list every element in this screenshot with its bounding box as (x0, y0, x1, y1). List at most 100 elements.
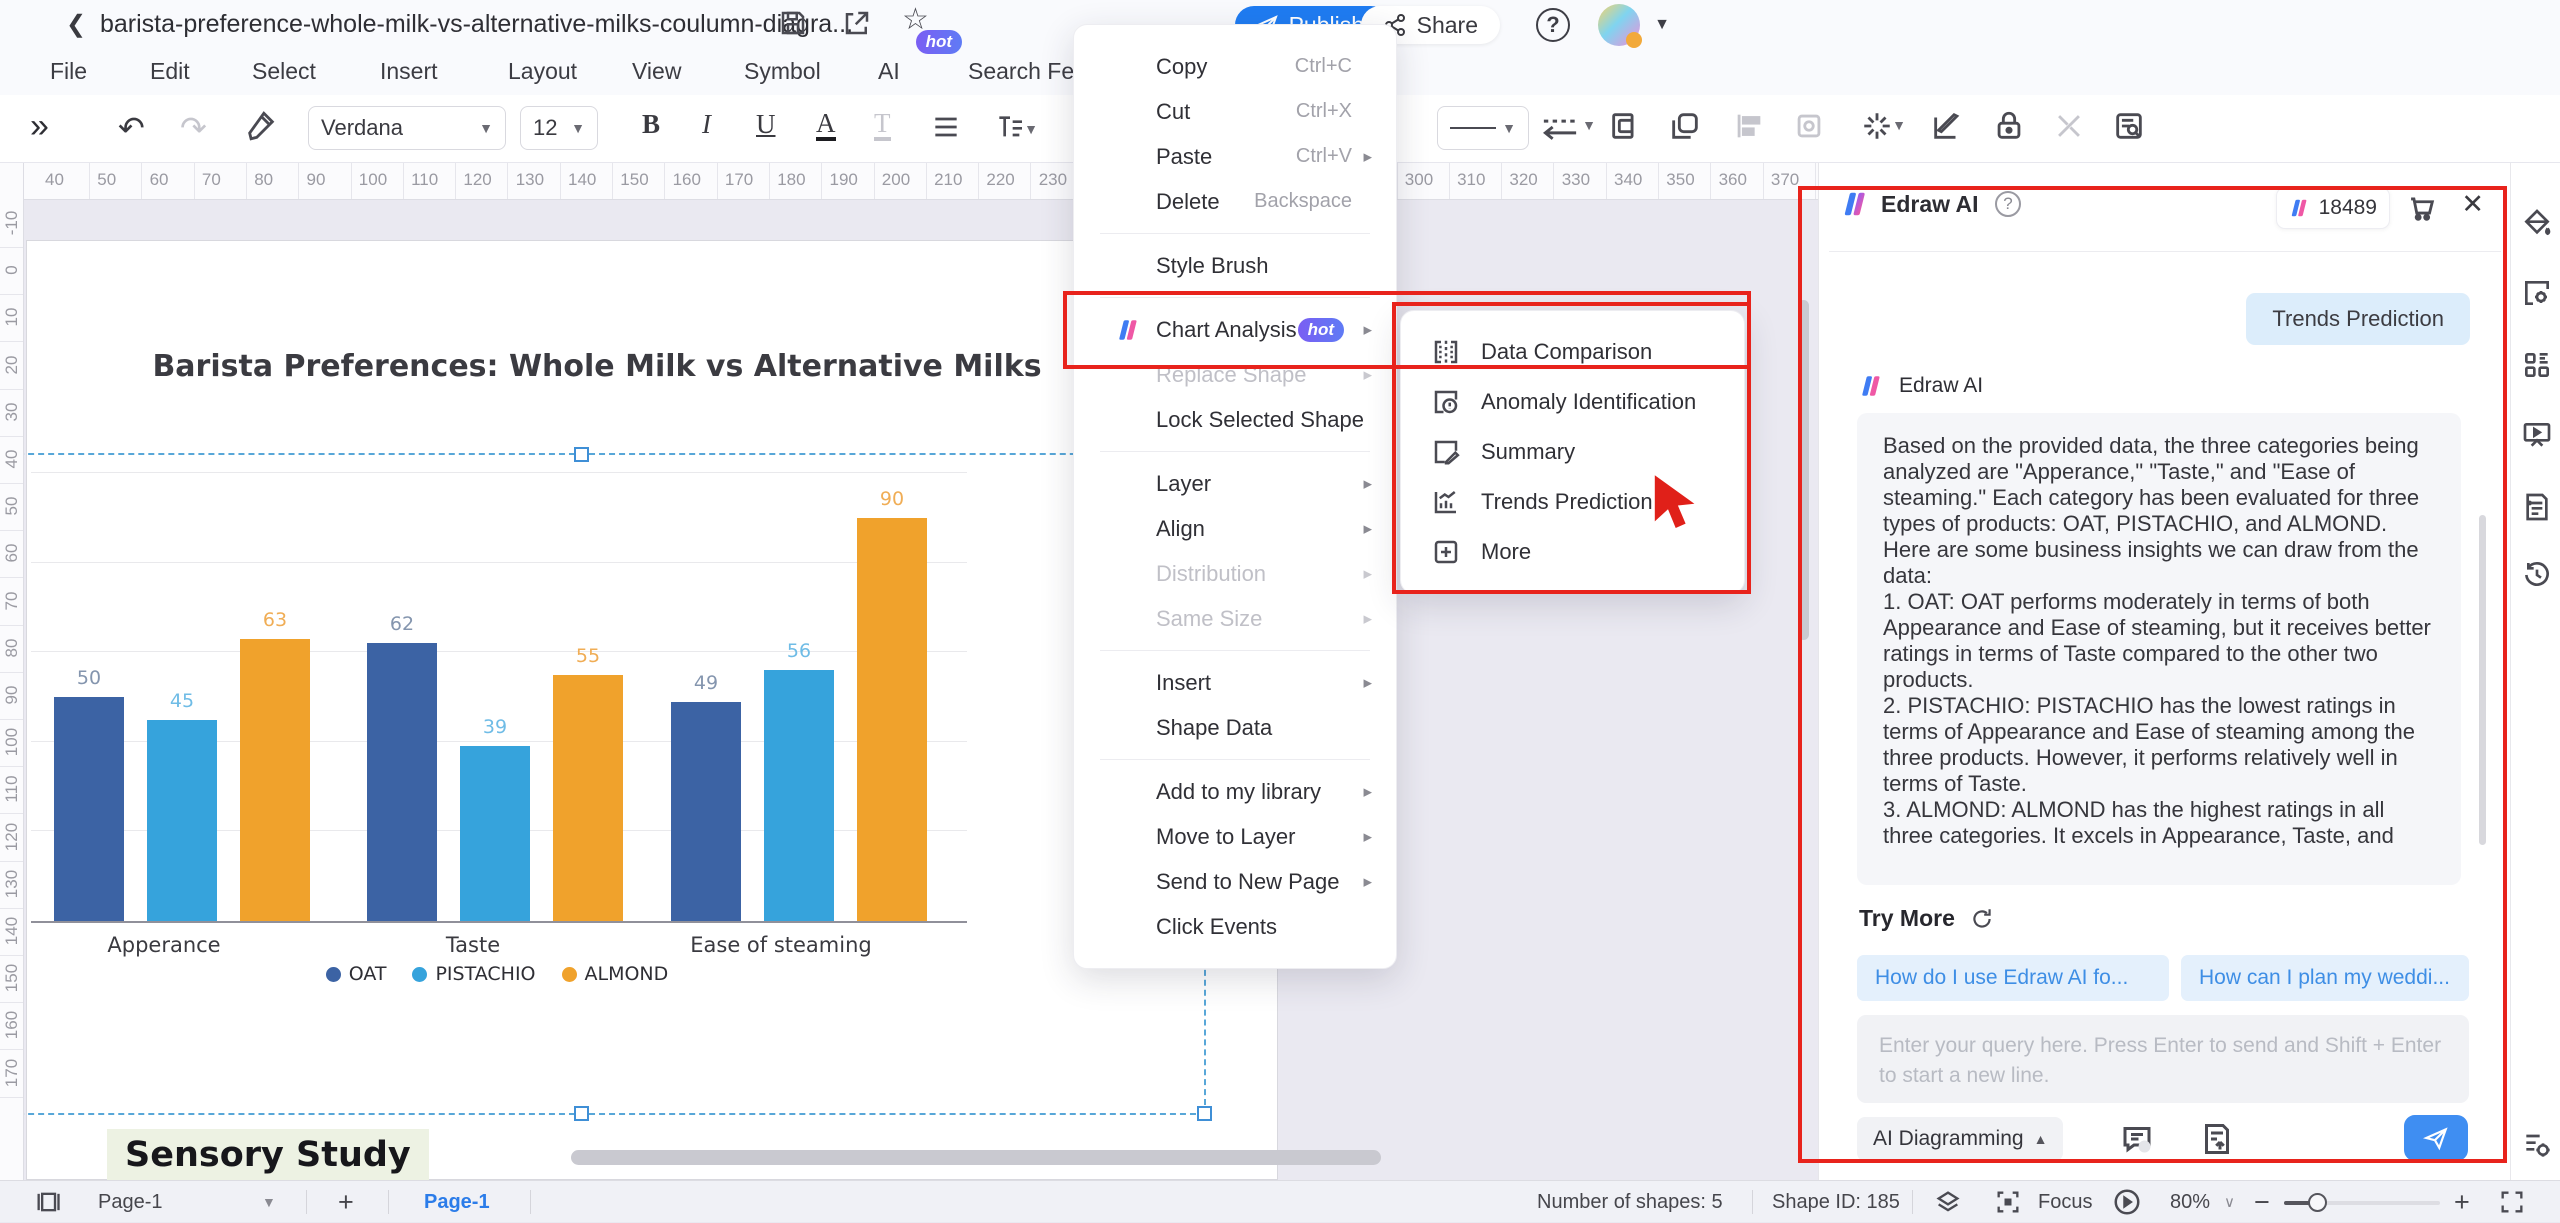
context-item-click-events[interactable]: Click Events (1074, 904, 1396, 949)
focus-icon[interactable] (1994, 1181, 2022, 1223)
fill-style-icon[interactable] (2521, 207, 2553, 244)
sensory-study-label[interactable]: Sensory Study (107, 1129, 429, 1185)
lock-icon[interactable] (1992, 109, 2026, 148)
ruler-tick-label: 350 (1666, 170, 1694, 190)
context-item-lock-selected-shape[interactable]: Lock Selected Shape (1074, 397, 1396, 442)
context-item-insert[interactable]: Insert▸ (1074, 660, 1396, 705)
zoom-in-button[interactable]: + (2454, 1181, 2470, 1223)
canvas-horizontal-scrollbar[interactable] (571, 1150, 1381, 1165)
ruler-tick-label: 160 (2, 1005, 22, 1045)
zoom-caret-icon[interactable]: ∨ (2224, 1181, 2235, 1223)
page-dropdown[interactable]: Page-1 (98, 1181, 163, 1223)
ruler-tick-label: 110 (411, 170, 438, 190)
page-setup-icon[interactable] (2521, 277, 2553, 314)
ruler-tick-label: 360 (1719, 170, 1747, 190)
ruler-tick-label: 0 (2, 250, 22, 290)
underline-button[interactable]: U (756, 109, 776, 140)
play-icon[interactable] (2112, 1181, 2142, 1223)
context-item-paste[interactable]: PasteCtrl+V▸ (1074, 134, 1396, 179)
menu-view[interactable]: View (632, 58, 681, 85)
font-family-select[interactable]: Verdana▼ (308, 106, 506, 150)
text-style-icon[interactable]: ▼ (994, 111, 1026, 148)
selection-handle-corner[interactable] (1197, 1106, 1212, 1121)
arrow-style-select[interactable]: ▼ (1538, 109, 1582, 150)
bring-forward-icon[interactable] (1608, 109, 1642, 148)
text-highlight-button[interactable]: T (874, 109, 891, 141)
menu-item-label: Insert (1156, 670, 1358, 696)
selection-handle-bottom[interactable] (574, 1106, 589, 1121)
ruler-tick-label: 120 (2, 817, 22, 857)
style-edit-icon[interactable] (1930, 109, 1964, 148)
avatar-caret-icon[interactable]: ▼ (1654, 16, 1670, 34)
context-item-distribution: Distribution▸ (1074, 551, 1396, 596)
inspect-icon[interactable] (2112, 109, 2146, 148)
selection-handle-top[interactable] (574, 447, 589, 462)
menu-select[interactable]: Select (252, 58, 316, 85)
bold-button[interactable]: B (642, 109, 660, 140)
menu-insert[interactable]: Insert (380, 58, 438, 85)
fullscreen-icon[interactable] (2498, 1181, 2526, 1223)
menu-item-label: Style Brush (1156, 253, 1358, 279)
context-item-layer[interactable]: Layer▸ (1074, 461, 1396, 506)
list-settings-icon[interactable] (2521, 1128, 2553, 1165)
menu-item-label: Delete (1156, 189, 1254, 215)
add-page-button[interactable]: + (338, 1181, 354, 1223)
back-icon[interactable]: ❮ (66, 10, 86, 39)
effects-icon[interactable]: ▼ (1860, 109, 1894, 148)
menu-symbol[interactable]: Symbol (744, 58, 821, 85)
help-icon[interactable]: ? (1536, 8, 1570, 42)
context-item-delete[interactable]: DeleteBackspace (1074, 179, 1396, 224)
italic-button[interactable]: I (702, 109, 711, 140)
duplicate-icon[interactable] (1668, 109, 1702, 148)
line-style-select[interactable]: ▼ (1437, 106, 1529, 150)
ruler-tick-label: 310 (1457, 170, 1485, 190)
font-size-select[interactable]: 12▼ (520, 106, 598, 150)
style-brush-icon[interactable] (244, 109, 278, 148)
page-panel-icon[interactable] (34, 1181, 62, 1223)
page-dropdown-caret-icon[interactable]: ▼ (262, 1181, 276, 1223)
menu-item-label: Paste (1156, 144, 1296, 170)
zoom-out-button[interactable]: − (2254, 1181, 2270, 1223)
page-tab[interactable]: Page-1 (424, 1181, 490, 1223)
font-color-button[interactable]: A (816, 109, 836, 141)
context-item-same-size: Same Size▸ (1074, 596, 1396, 641)
components-icon[interactable] (2521, 349, 2553, 386)
context-item-shape-data[interactable]: Shape Data (1074, 705, 1396, 750)
layers-icon[interactable] (1934, 1181, 1962, 1223)
undo-icon[interactable]: ↶ (118, 109, 145, 147)
export-icon[interactable] (842, 8, 872, 43)
menu-file[interactable]: File (50, 58, 87, 85)
line-spacing-icon[interactable] (930, 111, 962, 148)
presentation-icon[interactable] (2521, 419, 2553, 456)
menu-item-label: Lock Selected Shape (1156, 407, 1364, 433)
expand-toolbar-icon[interactable]: » (30, 107, 49, 146)
ruler-tick-label: 300 (1405, 170, 1433, 190)
menu-ai[interactable]: AI (878, 58, 900, 85)
menu-item-label: Click Events (1156, 914, 1358, 940)
ruler-tick-label: 330 (1562, 170, 1590, 190)
save-icon[interactable] (778, 8, 808, 43)
notes-icon[interactable] (2521, 491, 2553, 528)
menu-item-label: Copy (1156, 54, 1295, 80)
history-icon[interactable] (2521, 559, 2553, 596)
ruler-tick-label: 130 (2, 864, 22, 904)
avatar[interactable] (1598, 4, 1640, 46)
context-item-align[interactable]: Align▸ (1074, 506, 1396, 551)
redo-icon[interactable]: ↷ (180, 109, 207, 147)
ruler-tick-label: 170 (2, 1053, 22, 1093)
ruler-tick-label: 200 (882, 170, 910, 190)
focus-label[interactable]: Focus (2038, 1181, 2092, 1223)
ruler-tick-label: 140 (2, 911, 22, 951)
context-item-send-to-new-page[interactable]: Send to New Page▸ (1074, 859, 1396, 904)
zoom-level[interactable]: 80% (2170, 1181, 2210, 1223)
context-item-style-brush[interactable]: Style Brush (1074, 243, 1396, 288)
context-item-cut[interactable]: CutCtrl+X (1074, 89, 1396, 134)
zoom-slider-knob[interactable] (2308, 1193, 2327, 1212)
menu-edit[interactable]: Edit (150, 58, 190, 85)
context-item-copy[interactable]: CopyCtrl+C (1074, 44, 1396, 89)
context-item-add-to-my-library[interactable]: Add to my library▸ (1074, 769, 1396, 814)
menu-layout[interactable]: Layout (508, 58, 577, 85)
menu-divider (1100, 451, 1370, 452)
context-item-move-to-layer[interactable]: Move to Layer▸ (1074, 814, 1396, 859)
ruler-tick-label: 40 (45, 170, 64, 190)
